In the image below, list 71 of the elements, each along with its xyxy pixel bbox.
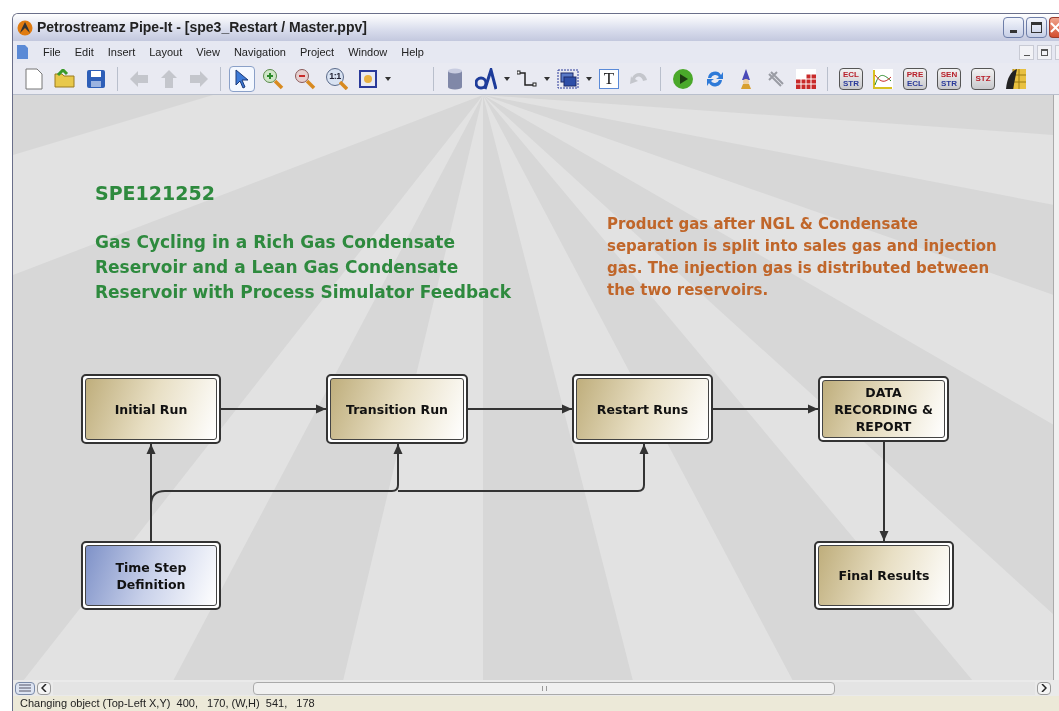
magnifier-handle-icon <box>339 80 348 90</box>
right-arrow-icon <box>189 69 209 88</box>
menu-item[interactable]: File <box>36 43 68 61</box>
menu-item[interactable]: Project <box>292 43 342 61</box>
folder-icon <box>54 68 76 89</box>
process-node[interactable]: Transition Run <box>326 374 468 444</box>
status-text: Changing object (Top-Left X,Y) 400, 170, (W,H) 541, 178 <box>20 698 315 709</box>
play-icon <box>672 67 694 90</box>
menu-item[interactable]: View <box>189 43 227 61</box>
chevron-right-icon <box>1041 684 1047 692</box>
zoom-in-icon <box>262 67 284 90</box>
horizontal-scrollbar[interactable] <box>53 681 1035 695</box>
stacked-windows-icon <box>557 68 579 89</box>
pointer-tool-button[interactable] <box>229 65 255 92</box>
process-node[interactable]: Restart Runs <box>572 374 713 444</box>
grid-icon <box>796 68 816 89</box>
app-logo-icon <box>17 19 33 36</box>
road-icon <box>1005 67 1027 90</box>
note-text-line: Product gas after NGL & Condensate <box>607 214 919 235</box>
dropdown-caret-icon <box>586 76 592 81</box>
up-arrow-icon <box>160 68 178 89</box>
fit-frame-icon <box>358 68 378 89</box>
cylinder-icon <box>447 67 463 90</box>
list-icon <box>19 684 31 692</box>
left-arrow-icon <box>129 69 149 88</box>
menu-item[interactable]: Help <box>394 43 431 61</box>
menu-item[interactable]: Insert <box>100 43 143 61</box>
menu-item[interactable]: Layout <box>142 43 190 61</box>
close-icon <box>1050 22 1059 33</box>
line-chart-icon <box>873 68 893 89</box>
diagram-title-line: Reservoir with Process Simulator Feedback <box>95 281 511 304</box>
scroll-thumb[interactable] <box>253 681 835 695</box>
zoom-out-icon <box>294 67 316 90</box>
dropdown-caret-icon <box>504 76 510 81</box>
menu-item[interactable]: Navigation <box>226 43 293 61</box>
diagram-title-line: Reservoir and a Lean Gas Condensate <box>95 256 460 279</box>
module-button[interactable]: SEN STR <box>934 65 964 92</box>
module-button[interactable]: PRE ECL <box>900 65 930 92</box>
module-button[interactable]: ECL STR <box>836 65 866 92</box>
note-text-line: the two reservoirs. <box>607 280 770 301</box>
dropdown-caret-icon <box>544 76 550 81</box>
scroll-left-button[interactable] <box>37 681 51 695</box>
pointer-icon <box>235 68 249 89</box>
child-minimize-button[interactable] <box>1019 44 1034 60</box>
page-icon <box>25 67 43 90</box>
process-node[interactable]: Time Step Definition <box>81 541 221 610</box>
process-node[interactable]: DATA RECORDING & REPORT <box>818 376 949 442</box>
letters-icon <box>475 67 497 90</box>
elbow-connector-icon <box>517 69 537 88</box>
actual-size-button[interactable]: 1:1 <box>323 65 351 92</box>
process-node[interactable]: Final Results <box>814 541 954 610</box>
font-button[interactable] <box>472 65 500 92</box>
menu-item[interactable]: Edit <box>67 43 101 61</box>
vertical-scrollbar[interactable] <box>1053 95 1059 680</box>
process-node[interactable]: Initial Run <box>81 374 221 444</box>
menu-item[interactable]: Window <box>341 43 395 61</box>
window-title: Petrostreamz Pipe-It - [spe3_Restart / Master.ppv] <box>37 18 367 37</box>
wizard-icon <box>738 67 754 90</box>
dropdown-caret-icon <box>385 76 391 81</box>
chevron-left-icon <box>41 684 47 692</box>
minimize-button[interactable] <box>1003 17 1024 38</box>
note-text-line: gas. The injection gas is distributed between <box>607 258 991 279</box>
note-text-line: separation is split into sales gas and injection <box>607 236 997 257</box>
child-restore-button[interactable] <box>1037 44 1052 60</box>
diagram-heading: SPE121252 <box>95 181 215 206</box>
close-button[interactable] <box>1049 17 1059 38</box>
scroll-right-button[interactable] <box>1037 681 1051 695</box>
diagram-title-line: Gas Cycling in a Rich Gas Condensate <box>95 231 456 254</box>
module-button[interactable]: STZ <box>968 65 998 92</box>
document-icon <box>17 45 28 59</box>
maximize-button[interactable] <box>1026 17 1047 38</box>
